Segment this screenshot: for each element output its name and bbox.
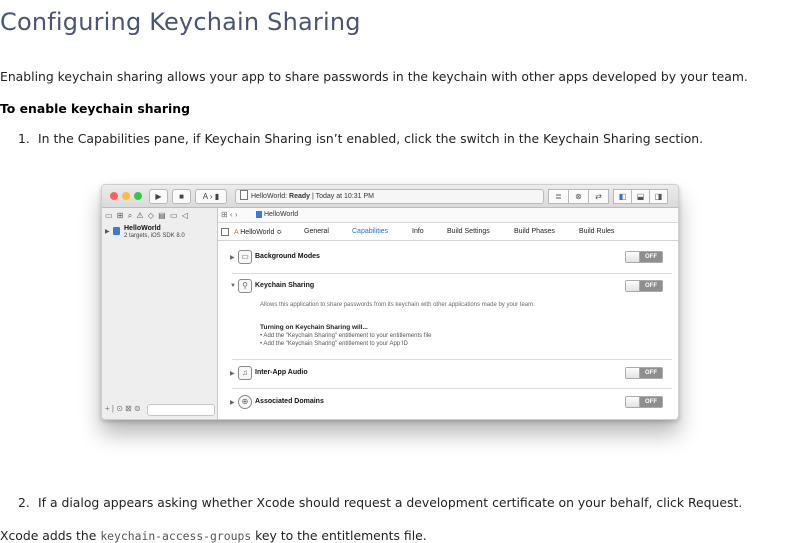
keychain-turning-on-heading: Turning on Keychain Sharing will...	[260, 324, 368, 331]
switch-state: OFF	[640, 281, 662, 291]
page-title: Configuring Keychain Sharing	[0, 8, 361, 36]
outro-prefix: Xcode adds the	[0, 528, 101, 543]
disclosure-triangle-open-icon: ▼	[230, 283, 236, 289]
tab-info: Info	[412, 228, 424, 235]
switch-state: OFF	[640, 368, 662, 378]
keychain-sharing-switch: OFF	[625, 280, 663, 292]
switch-knob	[626, 252, 640, 262]
standard-editor-icon: ≣	[548, 189, 569, 204]
filter-field	[147, 404, 215, 416]
project-file-icon-small	[256, 211, 262, 218]
target-label: HelloWorld ≎	[240, 229, 283, 236]
step-1-number: 1.	[18, 131, 30, 146]
tab-build-rules: Build Rules	[579, 228, 615, 235]
outro-paragraph: Xcode adds the keychain-access-groups ke…	[0, 528, 427, 543]
inter-app-audio-icon: ♫	[238, 366, 252, 380]
navigator-selector-icons: ▭ ⊞ ⌕ ⚠ ◇ ▤ ▭ ◁	[105, 211, 189, 220]
keychain-key-icon: ⚲	[238, 279, 252, 293]
activity-status: HelloWorld: Ready | Today at 10:31 PM	[235, 189, 544, 204]
project-icon	[113, 227, 120, 235]
divider	[232, 273, 672, 274]
intro-paragraph: Enabling keychain sharing allows your ap…	[0, 69, 748, 84]
divider	[232, 359, 672, 360]
zoom-window-dot	[134, 192, 142, 200]
project-file-icon	[240, 190, 248, 200]
assistant-editor-icon: ⊗	[568, 189, 589, 204]
step-1-text: In the Capabilities pane, if Keychain Sh…	[38, 131, 704, 146]
step-1: 1. In the Capabilities pane, if Keychain …	[18, 131, 703, 146]
background-modes-switch: OFF	[625, 251, 663, 263]
step-2-number: 2.	[18, 495, 30, 510]
sidebar-footer-icons: + | ⊙ ⊠ ⊜	[105, 404, 141, 413]
switch-knob	[626, 281, 640, 291]
keychain-bullet-1: • Add the "Keychain Sharing" entitlement…	[260, 333, 432, 339]
inter-app-audio-switch: OFF	[625, 367, 663, 379]
associated-domains-switch: OFF	[625, 396, 663, 408]
tab-build-settings: Build Settings	[447, 228, 490, 235]
status-time: Today at 10:31 PM	[315, 193, 374, 200]
procedure-heading: To enable keychain sharing	[0, 101, 190, 116]
tab-general: General	[304, 228, 329, 235]
capability-background-modes: ▶ ▭ Background Modes OFF	[218, 249, 678, 269]
navigator-toggle-icon: ◧	[613, 189, 632, 204]
jump-bar: ⊞ ‹ › HelloWorld	[218, 208, 678, 223]
minimize-window-dot	[122, 192, 130, 200]
disclosure-triangle-icon: ▶	[230, 255, 235, 261]
close-window-dot	[110, 192, 118, 200]
capability-title: Background Modes	[255, 253, 320, 260]
jump-bar-nav-icons: ⊞ ‹ ›	[221, 210, 238, 219]
background-modes-icon: ▭	[238, 250, 252, 264]
step-2: 2. If a dialog appears asking whether Xco…	[18, 495, 742, 510]
stop-icon: ■	[172, 189, 191, 204]
globe-icon: ⊕	[238, 395, 252, 409]
project-name: HelloWorld	[124, 225, 161, 232]
utilities-toggle-icon: ◨	[649, 189, 668, 204]
tab-build-phases: Build Phases	[514, 228, 555, 235]
xcode-toolbar: ▶ ■ A › ▮ HelloWorld: Ready | Today at 1…	[102, 185, 678, 208]
target-selector: A HelloWorld ≎	[234, 228, 282, 236]
project-subtitle: 2 targets, iOS SDK 8.0	[124, 233, 185, 239]
capability-title: Keychain Sharing	[255, 282, 315, 289]
editor-tabs: A HelloWorld ≎ General Capabilities Info…	[218, 223, 678, 241]
xcode-screenshot: ▶ ■ A › ▮ HelloWorld: Ready | Today at 1…	[101, 184, 679, 420]
project-item: ▶ HelloWorld 2 targets, iOS SDK 8.0	[105, 225, 215, 241]
switch-knob	[626, 368, 640, 378]
switch-state: OFF	[640, 397, 662, 407]
keychain-bullet-2: • Add the "Keychain Sharing" entitlement…	[260, 341, 408, 347]
disclosure-triangle-icon: ▶	[230, 371, 235, 377]
outro-suffix: key to the entitlements file.	[251, 528, 427, 543]
scheme-selector-icon: A › ▮	[195, 189, 227, 204]
run-icon: ▶	[149, 189, 168, 204]
debug-toggle-icon: ⬓	[631, 189, 650, 204]
entitlement-key-code: keychain-access-groups	[100, 529, 252, 543]
version-editor-icon: ⇄	[588, 189, 609, 204]
target-icon: A	[234, 229, 239, 236]
tab-capabilities: Capabilities	[352, 228, 389, 235]
capability-keychain-sharing: ▼ ⚲ Keychain Sharing OFF	[218, 279, 678, 299]
capability-title: Associated Domains	[255, 398, 324, 405]
capability-inter-app-audio: ▶ ♫ Inter-App Audio OFF	[218, 365, 678, 385]
disclosure-triangle-icon: ▶	[230, 400, 235, 406]
capability-associated-domains: ▶ ⊕ Associated Domains OFF	[218, 394, 678, 414]
switch-knob	[626, 397, 640, 407]
disclosure-triangle-icon: ▶	[105, 229, 110, 235]
jump-bar-label: HelloWorld	[264, 211, 299, 218]
step-2-text: If a dialog appears asking whether Xcode…	[38, 495, 743, 510]
project-navigator: ▭ ⊞ ⌕ ⚠ ◇ ▤ ▭ ◁ ▶ HelloWorld 2 targets, …	[102, 208, 218, 419]
keychain-description: Allows this application to share passwor…	[260, 302, 535, 308]
capability-title: Inter-App Audio	[255, 369, 308, 376]
target-list-toggle-icon	[221, 228, 229, 236]
status-app: HelloWorld:	[251, 193, 288, 200]
status-state: Ready	[289, 193, 311, 200]
switch-state: OFF	[640, 252, 662, 262]
divider	[232, 388, 672, 389]
